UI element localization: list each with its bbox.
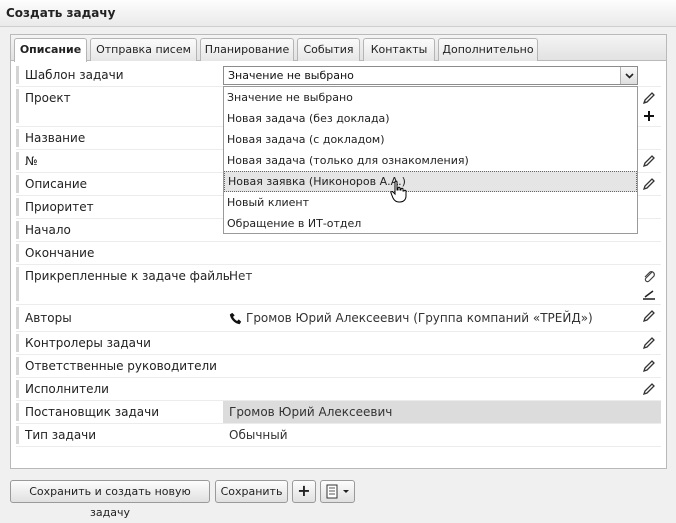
files-value: Нет [229,269,253,283]
hand-cursor-icon [390,180,407,203]
row-type: Тип задачи Обычный [16,424,661,447]
pencil-icon[interactable] [641,176,657,192]
add-button[interactable]: + [292,480,316,503]
template-dropdown: Значение не выбрано Новая задача (без до… [223,86,638,234]
dropdown-option[interactable]: Новый клиент [224,192,637,213]
authors-value: Громов Юрий Алексеевич (Группа компаний … [223,305,623,331]
window-title: Создать задачу [0,0,676,27]
type-label: Тип задачи [25,428,97,442]
row-authors: Авторы Громов Юрий Алексеевич (Группа ко… [16,305,661,332]
authors-label: Авторы [25,311,72,325]
tab-bar: Описание Отправка писем Планирование Соб… [11,35,666,62]
dropdown-option-hovered[interactable]: Новая заявка (Никоноров А.А.) [224,171,637,192]
pencil-icon[interactable] [641,381,657,397]
save-button[interactable]: Сохранить [215,480,288,503]
managers-label: Ответственные руководители [25,359,217,373]
author-name[interactable]: Громов Юрий Алексеевич (Группа компаний … [246,311,593,325]
save-and-new-button[interactable]: Сохранить и создать новую задачу [10,480,210,519]
pencil-icon[interactable] [641,153,657,169]
name-label: Название [25,131,86,145]
tab-planning[interactable]: Планирование [200,38,294,61]
row-executors: Исполнители [16,378,661,401]
number-label: № [25,154,38,168]
document-icon [326,484,349,499]
setter-value: Громов Юрий Алексеевич [223,401,661,423]
tab-contacts[interactable]: Контакты [363,38,435,61]
paperclip-icon[interactable] [641,268,657,284]
project-label: Проект [25,91,71,105]
template-select[interactable]: Значение не выбрано [223,66,638,85]
row-managers: Ответственные руководители [16,355,661,378]
type-value[interactable]: Обычный [223,424,661,446]
pencil-icon[interactable] [641,90,657,106]
scanner-icon[interactable] [641,286,657,302]
document-menu-button[interactable] [320,480,355,503]
row-setter: Постановщик задачи Громов Юрий Алексееви… [16,401,661,424]
dropdown-option[interactable]: Новая задача (без доклада) [224,108,637,129]
controllers-label: Контролеры задачи [25,336,151,350]
end-label: Окончание [25,246,95,260]
dropdown-option[interactable]: Новая задача (только для ознакомления) [224,150,637,171]
plus-icon[interactable] [641,108,657,124]
tab-description[interactable]: Описание [14,38,87,62]
description-label: Описание [25,177,88,191]
pencil-icon[interactable] [641,335,657,351]
row-files: Прикрепленные к задаче файлы Нет [16,265,661,305]
tab-additional[interactable]: Дополнительно [438,38,538,61]
dropdown-option[interactable]: Значение не выбрано [224,87,637,108]
phone-icon [229,312,242,325]
tab-events[interactable]: События [297,38,360,61]
pencil-icon[interactable] [641,308,657,324]
pencil-icon[interactable] [641,358,657,374]
executors-label: Исполнители [25,382,109,396]
start-label: Начало [25,223,71,237]
dropdown-option[interactable]: Обращение в ИТ-отдел [224,213,637,234]
template-label: Шаблон задачи [25,68,124,82]
chevron-down-icon[interactable] [620,67,637,84]
row-controllers: Контролеры задачи [16,332,661,355]
files-label: Прикрепленные к задаче файлы [25,269,233,283]
tab-mailing[interactable]: Отправка писем [90,38,197,61]
priority-label: Приоритет [25,200,94,214]
dropdown-option[interactable]: Новая задача (с докладом) [224,129,637,150]
row-end: Окончание [16,242,661,265]
template-selected-value: Значение не выбрано [228,69,354,82]
setter-label: Постановщик задачи [25,405,160,419]
